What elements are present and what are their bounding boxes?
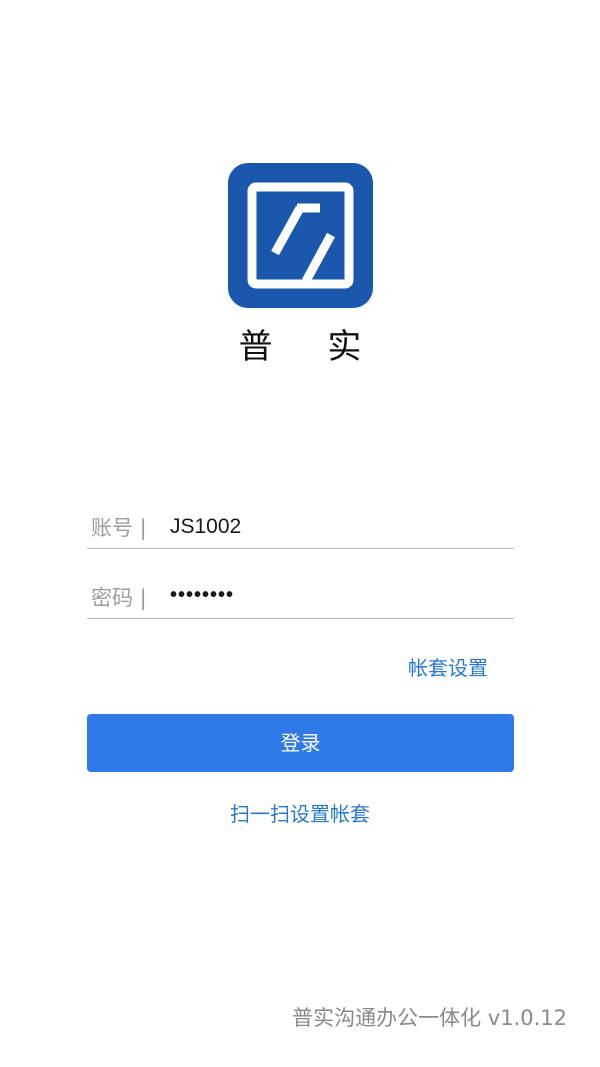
password-input[interactable]: •••••••• [170, 580, 500, 610]
app-title: 普 实 [238, 327, 384, 367]
login-button[interactable]: 登录 [87, 714, 514, 772]
scan-setup-link[interactable]: 扫一扫设置帐套 [0, 800, 600, 828]
account-field[interactable]: 账号 | [87, 508, 514, 549]
version-label: 普实沟通办公一体化 v1.0.12 [292, 1006, 567, 1030]
pushi-logo-icon [247, 182, 354, 289]
account-input[interactable] [170, 512, 500, 542]
account-label: 账号 | [91, 516, 147, 540]
app-logo [228, 163, 373, 308]
password-label: 密码 | [91, 586, 147, 610]
password-field[interactable]: 密码 | •••••••• [87, 578, 514, 619]
account-settings-link[interactable]: 帐套设置 [408, 654, 488, 682]
